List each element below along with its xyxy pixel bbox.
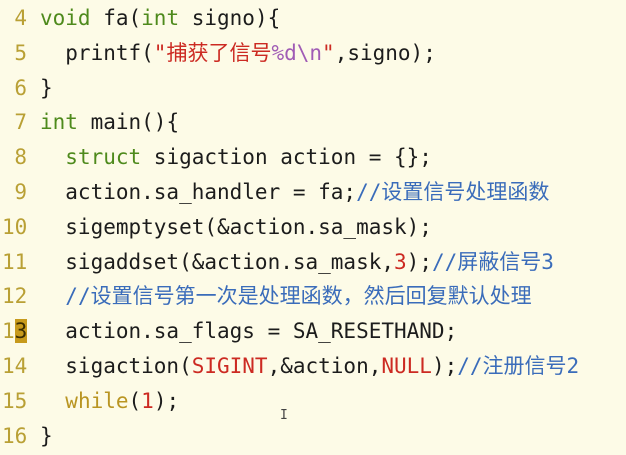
token-kw: int <box>40 110 78 135</box>
token-num: 1 <box>141 388 154 413</box>
token-plain: ,signo); <box>334 40 436 65</box>
token-fmt: %d\n <box>271 40 323 65</box>
code-line[interactable]: 9 action.sa_handler = fa;//设置信号处理函数 <box>2 175 579 210</box>
code-line[interactable]: 12 //设置信号第一次是处理函数，然后回复默认处理 <box>2 279 579 314</box>
code-line[interactable]: 14 sigaction(SIGINT,&action,NULL);//注册信号… <box>2 349 579 384</box>
token-plain: main(){ <box>77 110 180 135</box>
token-plain: action.sa_flags = SA_RESETHAND; <box>40 319 458 344</box>
token-plain: } <box>40 423 53 448</box>
line-number: 12 <box>2 284 28 309</box>
token-plain: ); <box>431 353 458 378</box>
token-kw: struct <box>65 145 142 170</box>
token-plain: } <box>40 75 53 100</box>
token-const: NULL <box>381 353 432 378</box>
line-number: 7 <box>14 110 27 135</box>
token-cmt: //屏蔽信号3 <box>431 249 554 274</box>
token-plain: printf( <box>40 40 154 65</box>
line-number: 9 <box>14 179 27 204</box>
code-line[interactable]: 16} <box>2 419 579 454</box>
code-line[interactable]: 15 while(1); <box>2 384 579 419</box>
token-const: SIGINT <box>191 353 268 378</box>
code-line[interactable]: 5 printf("捕获了信号%d\n",signo); <box>2 36 579 71</box>
token-ctrl: while <box>65 388 129 413</box>
line-number: 6 <box>14 75 27 100</box>
token-str: "捕获了信号 <box>153 40 272 65</box>
code-line[interactable]: 6} <box>2 71 579 106</box>
line-number: 16 <box>2 423 28 448</box>
token-num: 3 <box>394 249 407 274</box>
code-line[interactable]: 10 sigemptyset(&action.sa_mask); <box>2 210 579 245</box>
line-number: 15 <box>2 388 28 413</box>
token-cmt: //设置信号处理函数 <box>356 179 550 204</box>
token-plain: signo){ <box>179 6 281 30</box>
line-number: 11 <box>2 249 28 274</box>
token-cmt: //设置信号第一次是处理函数，然后回复默认处理 <box>65 284 532 309</box>
code-line[interactable]: 7 int main(){ <box>2 105 579 140</box>
line-number: 13 <box>2 319 28 344</box>
cursor-block: 3 <box>14 319 28 344</box>
token-kw: void <box>40 6 91 30</box>
code-line[interactable]: 4 void fa(int signo){ <box>2 1 579 36</box>
token-plain: ,&action, <box>267 353 382 378</box>
token-str: " <box>322 40 335 65</box>
token-plain: action.sa_handler = fa; <box>40 179 357 204</box>
token-cmt: //注册信号2 <box>457 353 580 378</box>
token-plain: sigemptyset(&action.sa_mask); <box>40 214 432 239</box>
code-line[interactable]: 8 struct sigaction action = {}; <box>2 140 579 175</box>
code-line[interactable]: 11 sigaddset(&action.sa_mask,3);//屏蔽信号3 <box>2 245 579 280</box>
line-number: 5 <box>14 40 27 65</box>
token-plain: sigaction action = {}; <box>141 145 432 170</box>
token-plain: sigaddset(&action.sa_mask, <box>40 249 395 274</box>
code-line[interactable]: 13 action.sa_flags = SA_RESETHAND; <box>2 314 579 349</box>
token-plain: fa( <box>90 6 142 30</box>
text-cursor-ibeam-icon: I <box>280 408 288 423</box>
line-number: 8 <box>14 145 27 170</box>
token-plain: ( <box>128 388 142 413</box>
token-plain: sigaction( <box>40 353 192 378</box>
line-number: 14 <box>2 353 28 378</box>
token-plain: ); <box>153 388 180 413</box>
line-number: 10 <box>2 214 28 239</box>
token-plain: ); <box>406 249 432 274</box>
token-kw: int <box>141 6 180 30</box>
code-editor[interactable]: 4 void fa(int signo){5 printf("捕获了信号%d\n"… <box>2 1 579 453</box>
line-number: 4 <box>14 6 27 30</box>
